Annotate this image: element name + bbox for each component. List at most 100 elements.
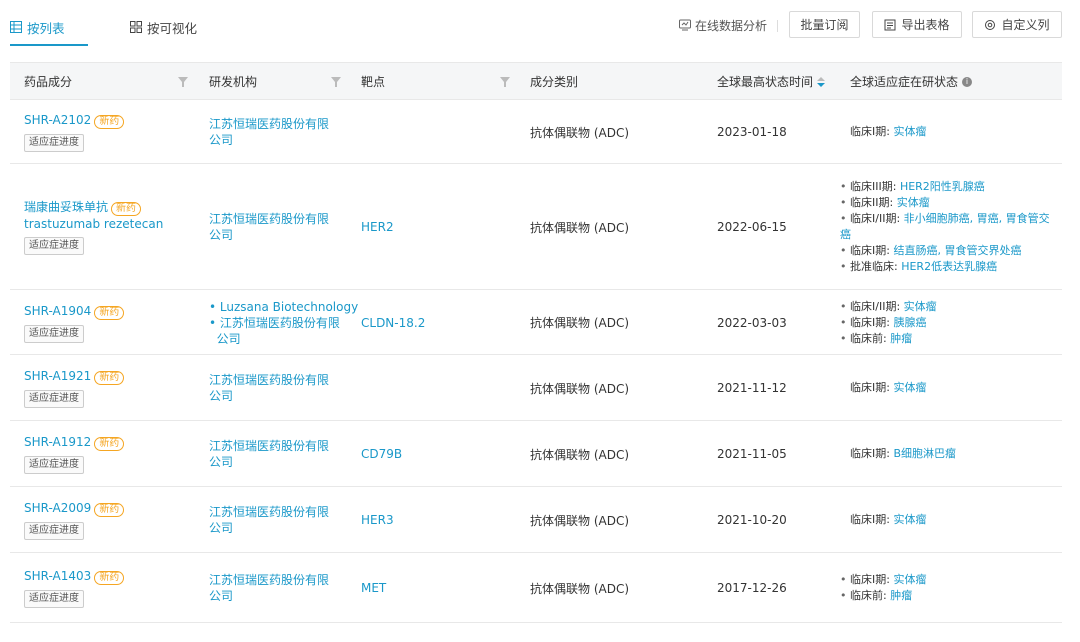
org-name-line: 江苏恒瑞医药股份有限 bbox=[209, 373, 330, 387]
indication-progress-button[interactable]: 适应症进度 bbox=[24, 390, 84, 408]
column-header-date-label: 全球最高状态时间 bbox=[717, 75, 814, 89]
target-cell[interactable]: HER2 bbox=[361, 164, 394, 290]
drug-name[interactable]: 瑞康曲妥珠单抗 新药 bbox=[24, 199, 163, 216]
status-list: 临床I期: 实体瘤临床前: 肿瘤 bbox=[840, 572, 926, 604]
indication-link[interactable]: 实体瘤 bbox=[904, 300, 937, 313]
batch-subscribe-button[interactable]: 批量订阅 bbox=[789, 11, 860, 38]
drug-name-text[interactable]: SHR-A1904 bbox=[24, 304, 91, 318]
indication-link[interactable]: B细胞淋巴瘤 bbox=[893, 447, 956, 460]
progress-wrap: 适应症进度 bbox=[24, 324, 124, 343]
sort-icon[interactable] bbox=[817, 76, 826, 87]
column-header-status[interactable]: 全球适应症在研状态 i bbox=[850, 63, 973, 100]
progress-wrap: 适应症进度 bbox=[24, 237, 163, 255]
drug-name-text[interactable]: SHR-A1403 bbox=[24, 569, 91, 583]
indication-link[interactable]: 实体瘤 bbox=[893, 513, 926, 526]
filter-icon[interactable] bbox=[331, 77, 341, 87]
custom-columns-button[interactable]: 自定义列 bbox=[972, 11, 1062, 38]
indication-link[interactable]: HER2阳性乳腺癌 bbox=[900, 180, 985, 193]
column-header-category[interactable]: 成分类别 bbox=[530, 63, 578, 100]
indication-progress-button[interactable]: 适应症进度 bbox=[24, 134, 84, 152]
drug-name[interactable]: trastuzumab rezetecan bbox=[24, 216, 163, 232]
new-drug-badge: 新药 bbox=[94, 115, 125, 129]
org-cell: 江苏恒瑞医药股份有限 公司 bbox=[209, 553, 329, 623]
drug-info: SHR-A1403 新药 适应症进度 bbox=[24, 568, 125, 608]
drug-cell: SHR-A2102 新药 适应症进度 bbox=[24, 100, 125, 164]
drug-name-text[interactable]: SHR-A2009 bbox=[24, 501, 91, 515]
org-link[interactable]: 江苏恒瑞医药股份有限 公司 bbox=[209, 504, 329, 536]
drug-name-text[interactable]: 瑞康曲妥珠单抗 bbox=[24, 200, 108, 214]
drug-info: SHR-A1912 新药 适应症进度 bbox=[24, 434, 125, 474]
org-name-line: 公司 bbox=[209, 455, 234, 469]
phase-label: 临床前: bbox=[850, 331, 891, 345]
indication-progress-button[interactable]: 适应症进度 bbox=[24, 522, 84, 540]
phase-label: 临床I/II期: bbox=[850, 212, 904, 225]
target-cell[interactable]: CLDN-18.2 bbox=[361, 290, 425, 355]
drug-cell: 瑞康曲妥珠单抗 新药 trastuzumab rezetecan 适应症进度 bbox=[24, 164, 163, 290]
export-table-button[interactable]: 导出表格 bbox=[872, 11, 962, 38]
target-cell[interactable]: MET bbox=[361, 553, 386, 623]
drug-name-text[interactable]: SHR-A2102 bbox=[24, 113, 91, 127]
drug-info: SHR-A2009 新药 适应症进度 bbox=[24, 500, 125, 540]
status-cell: 临床I期: 实体瘤 bbox=[840, 100, 1062, 164]
indication-link[interactable]: HER2低表达乳腺癌 bbox=[901, 260, 997, 273]
info-icon[interactable]: i bbox=[962, 76, 973, 87]
filter-icon[interactable] bbox=[500, 77, 510, 87]
phase-label: 临床I期: bbox=[850, 244, 894, 257]
indication-link[interactable]: 非小细胞肺癌, 胃癌, 胃食管交 bbox=[904, 212, 1050, 225]
phase-label: 批准临床: bbox=[850, 260, 902, 273]
status-item: 批准临床: HER2低表达乳腺癌 bbox=[840, 259, 1050, 275]
table-header: 药品成分 研发机构 靶点 成分类别 全球最高状态时间 全球适应症在研状态 i bbox=[10, 63, 1062, 100]
indication-link[interactable]: 肿瘤 bbox=[890, 589, 912, 602]
online-analysis-link[interactable]: 在线数据分析 bbox=[679, 16, 767, 34]
org-link[interactable]: 江苏恒瑞医药股份有限 公司 bbox=[209, 572, 329, 604]
org-link[interactable]: 江苏恒瑞医药股份有限 公司 bbox=[209, 438, 329, 470]
org-list-item[interactable]: • Luzsana Biotechnology bbox=[209, 299, 358, 315]
indication-progress-button[interactable]: 适应症进度 bbox=[24, 324, 84, 343]
new-drug-badge: 新药 bbox=[94, 305, 125, 320]
drug-info: SHR-A1921 新药 适应症进度 bbox=[24, 368, 125, 408]
drug-name-text[interactable]: SHR-A1921 bbox=[24, 369, 91, 383]
org-link[interactable]: • Luzsana Biotechnology • 江苏恒瑞医药股份有限 公司 bbox=[209, 299, 358, 347]
drug-name[interactable]: SHR-A2102 新药 bbox=[24, 112, 125, 129]
drug-cell: SHR-A1403 新药 适应症进度 bbox=[24, 553, 125, 623]
indication-link[interactable]: 结直肠癌, 胃食管交界处癌 bbox=[893, 244, 1021, 257]
status-item: 临床前: 肿瘤 bbox=[840, 588, 926, 604]
status-item: 临床I/II期: 非小细胞肺癌, 胃癌, 胃食管交癌 bbox=[840, 211, 1050, 243]
tab-visualization[interactable]: 按可视化 bbox=[130, 16, 197, 38]
drug-name[interactable]: SHR-A1921 新药 bbox=[24, 368, 125, 385]
indication-link[interactable]: 实体瘤 bbox=[893, 381, 926, 394]
drug-name[interactable]: SHR-A1904 新药 bbox=[24, 303, 125, 320]
indication-link[interactable]: 肿瘤 bbox=[890, 332, 912, 345]
org-cell: 江苏恒瑞医药股份有限 公司 bbox=[209, 355, 329, 421]
status-list: 临床I期: 实体瘤 bbox=[840, 512, 926, 528]
indication-progress-button[interactable]: 适应症进度 bbox=[24, 590, 84, 608]
date-cell: 2022-06-15 bbox=[717, 220, 787, 234]
org-link[interactable]: 江苏恒瑞医药股份有限 公司 bbox=[209, 211, 329, 243]
drug-name-text[interactable]: trastuzumab rezetecan bbox=[24, 217, 163, 231]
indication-progress-button[interactable]: 适应症进度 bbox=[24, 237, 84, 255]
column-header-date[interactable]: 全球最高状态时间 bbox=[717, 63, 826, 100]
drug-name[interactable]: SHR-A1912 新药 bbox=[24, 434, 125, 451]
org-link[interactable]: 江苏恒瑞医药股份有限 公司 bbox=[209, 116, 329, 148]
column-header-target[interactable]: 靶点 bbox=[361, 63, 385, 100]
batch-subscribe-label: 批量订阅 bbox=[800, 18, 849, 32]
date-cell: 2017-12-26 bbox=[717, 581, 787, 595]
tab-list[interactable]: 按列表 bbox=[10, 16, 65, 38]
org-link[interactable]: 江苏恒瑞医药股份有限 公司 bbox=[209, 372, 329, 404]
indication-link[interactable]: 胰腺癌 bbox=[893, 316, 926, 329]
target-cell[interactable]: HER3 bbox=[361, 487, 394, 553]
indication-link[interactable]: 实体瘤 bbox=[893, 125, 926, 138]
indication-link[interactable]: 实体瘤 bbox=[893, 573, 926, 586]
filter-icon[interactable] bbox=[178, 77, 188, 87]
indication-link[interactable]: 实体瘤 bbox=[897, 196, 930, 209]
indication-progress-button[interactable]: 适应症进度 bbox=[24, 456, 84, 474]
target-cell[interactable]: CD79B bbox=[361, 421, 402, 487]
drug-name[interactable]: SHR-A1403 新药 bbox=[24, 568, 125, 585]
column-header-drug[interactable]: 药品成分 bbox=[24, 63, 72, 100]
org-list-item[interactable]: • 江苏恒瑞医药股份有限 公司 bbox=[209, 315, 358, 347]
org-cell: 江苏恒瑞医药股份有限 公司 bbox=[209, 487, 329, 553]
indication-link[interactable]: 癌 bbox=[840, 228, 851, 241]
drug-name-text[interactable]: SHR-A1912 bbox=[24, 435, 91, 449]
drug-name[interactable]: SHR-A2009 新药 bbox=[24, 500, 125, 517]
column-header-org[interactable]: 研发机构 bbox=[209, 63, 257, 100]
